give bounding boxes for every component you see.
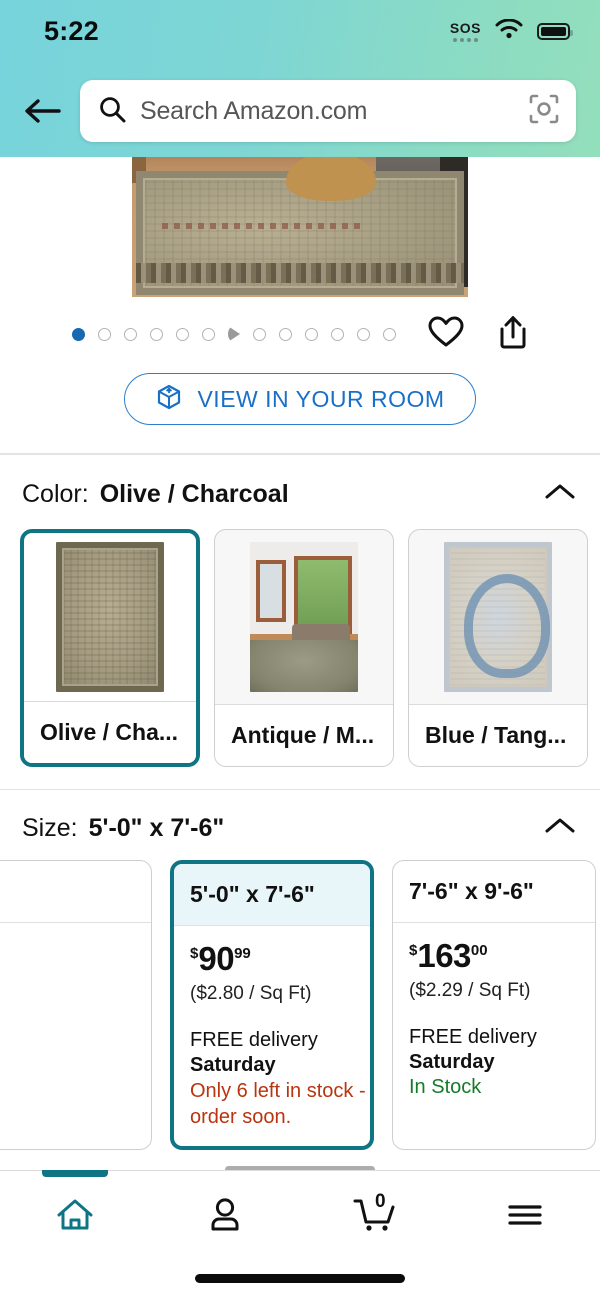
color-swatch-image bbox=[444, 541, 552, 692]
carousel-dot[interactable] bbox=[176, 327, 189, 341]
product-image-carousel[interactable] bbox=[0, 157, 600, 297]
carousel-dot[interactable] bbox=[202, 327, 215, 341]
bottom-navigation-bar: 0 bbox=[0, 1170, 600, 1299]
view-in-your-room-button[interactable]: VIEW IN YOUR ROOM bbox=[124, 373, 476, 425]
color-swatch-label: Antique / M... bbox=[215, 703, 393, 766]
view-in-your-room-label: VIEW IN YOUR ROOM bbox=[197, 385, 445, 412]
status-bar: 5:22 SOS bbox=[0, 0, 600, 62]
size-option-stock: In Stock bbox=[409, 1076, 482, 1098]
carousel-dot[interactable] bbox=[331, 327, 344, 341]
size-option-list[interactable]: ock 5'-0" x 7'-6" $ 90 99 ($2.80 / Sq Ft… bbox=[0, 856, 600, 1150]
size-label: Size: bbox=[22, 813, 78, 842]
color-selected-value: Olive / Charcoal bbox=[99, 480, 289, 508]
nav-item-menu[interactable] bbox=[450, 1171, 600, 1263]
nav-active-indicator bbox=[42, 1170, 108, 1177]
product-detail-content: VIEW IN YOUR ROOM Color: Olive / Charcoa… bbox=[0, 157, 600, 1173]
cellular-sos-icon: SOS bbox=[450, 21, 481, 42]
color-swatch-option[interactable]: Olive / Cha... bbox=[20, 528, 200, 767]
carousel-dot[interactable] bbox=[279, 327, 292, 341]
size-option-unit-price: ($2.80 / Sq Ft) bbox=[190, 983, 312, 1004]
size-option-delivery-day: Saturday bbox=[409, 1051, 495, 1073]
color-swatch-label: Olive / Cha... bbox=[24, 700, 196, 763]
carousel-dot[interactable] bbox=[253, 327, 266, 341]
carousel-indicator-row bbox=[0, 297, 600, 359]
search-icon bbox=[98, 95, 126, 128]
nav-item-home[interactable] bbox=[0, 1170, 150, 1263]
carousel-dot[interactable] bbox=[72, 327, 85, 341]
size-option-price: $ 90 99 bbox=[190, 940, 251, 977]
person-icon bbox=[205, 1195, 245, 1240]
wifi-icon bbox=[495, 18, 523, 44]
search-input[interactable]: Search Amazon.com bbox=[80, 80, 576, 142]
camera-scan-icon[interactable] bbox=[528, 93, 560, 130]
battery-icon bbox=[537, 22, 573, 40]
color-swatch-image bbox=[250, 541, 358, 692]
carousel-dot[interactable] bbox=[124, 327, 137, 341]
share-icon[interactable] bbox=[498, 315, 528, 354]
size-selected-value: 5'-0" x 7'-6" bbox=[88, 813, 225, 842]
size-option-delivery: FREE delivery bbox=[409, 1026, 537, 1048]
chevron-up-icon[interactable] bbox=[542, 480, 578, 509]
size-option-stock: Only 6 left in stock - order soon. bbox=[190, 1080, 366, 1128]
carousel-dot[interactable] bbox=[383, 327, 396, 341]
color-swatch-option[interactable]: Antique / M... bbox=[214, 528, 394, 767]
color-swatch-list[interactable]: Olive / Cha... Antique / M... Blue / Tan… bbox=[0, 523, 600, 767]
gallery-actions bbox=[428, 315, 528, 354]
size-option-title: 7'-6" x 9'-6" bbox=[393, 861, 595, 923]
search-header: Search Amazon.com bbox=[0, 78, 600, 144]
size-option-stock: ock bbox=[0, 1101, 151, 1127]
size-option-unit-price: ($2.29 / Sq Ft) bbox=[409, 980, 531, 1001]
home-icon bbox=[54, 1195, 96, 1240]
nav-item-account[interactable] bbox=[150, 1171, 300, 1263]
color-swatch-image bbox=[56, 541, 164, 692]
size-option-title: 5'-0" x 7'-6" bbox=[174, 864, 370, 926]
chevron-up-icon[interactable] bbox=[542, 814, 578, 843]
carousel-dot[interactable] bbox=[150, 327, 163, 341]
heart-icon[interactable] bbox=[428, 316, 464, 353]
app-header: 5:22 SOS Search Amazon.com bbox=[0, 0, 600, 157]
status-bar-indicators: SOS bbox=[450, 18, 573, 44]
home-indicator-bar bbox=[195, 1274, 405, 1283]
color-section-header[interactable]: Color: Olive / Charcoal bbox=[0, 467, 600, 523]
size-option-card[interactable]: 5'-0" x 7'-6" $ 90 99 ($2.80 / Sq Ft) FR… bbox=[170, 860, 374, 1150]
size-option-delivery: FREE delivery bbox=[190, 1029, 318, 1051]
size-section-header[interactable]: Size: 5'-0" x 7'-6" bbox=[0, 800, 600, 856]
status-bar-time: 5:22 bbox=[44, 15, 99, 46]
carousel-dot[interactable] bbox=[98, 327, 111, 341]
ar-button-row: VIEW IN YOUR ROOM bbox=[0, 359, 600, 425]
ar-cube-icon bbox=[155, 383, 183, 416]
color-swatch-option[interactable]: Blue / Tang... bbox=[408, 528, 588, 767]
carousel-dots[interactable] bbox=[72, 326, 396, 342]
back-arrow-icon[interactable] bbox=[14, 83, 70, 139]
size-option-card[interactable]: 7'-6" x 9'-6" $ 163 00 ($2.29 / Sq Ft) F… bbox=[392, 860, 596, 1150]
color-swatch-label: Blue / Tang... bbox=[409, 703, 587, 766]
carousel-video-play-icon[interactable] bbox=[228, 326, 240, 342]
size-option-price: $ 163 00 bbox=[409, 937, 488, 974]
search-placeholder: Search Amazon.com bbox=[140, 96, 368, 125]
product-hero-image[interactable] bbox=[132, 157, 468, 297]
hamburger-menu-icon bbox=[506, 1200, 544, 1235]
amazon-product-detail-screen: 5:22 SOS Search Amazon.com VIEW IN YOUR … bbox=[0, 0, 600, 1299]
color-label: Color: bbox=[22, 480, 89, 508]
cart-icon: 0 bbox=[351, 1191, 399, 1240]
size-option-title bbox=[0, 861, 151, 923]
carousel-dot[interactable] bbox=[357, 327, 370, 341]
carousel-dot[interactable] bbox=[305, 327, 318, 341]
cart-badge-count: 0 bbox=[375, 1190, 386, 1212]
size-option-card[interactable]: ock bbox=[0, 860, 152, 1150]
size-option-delivery-day: Saturday bbox=[190, 1054, 276, 1076]
nav-item-cart[interactable]: 0 bbox=[300, 1171, 450, 1263]
